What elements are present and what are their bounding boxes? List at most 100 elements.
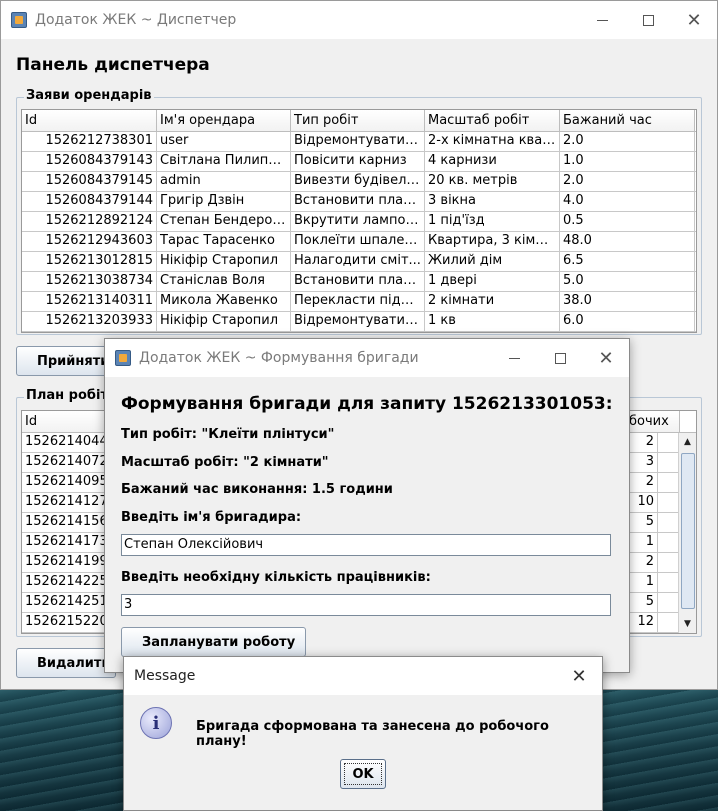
message-title-bar[interactable]: Message ✕ [124, 657, 602, 695]
cell-work-scale: Квартира, 3 кімна... [425, 232, 560, 251]
plan-column-header-workers[interactable]: бочих [626, 411, 680, 432]
minimize-icon [596, 19, 608, 21]
table-row[interactable]: 1526212892124 Степан Бендеров... Вкрутити … [22, 212, 696, 232]
team-formation-dialog: Додаток ЖЕК ~ Формування бригади ✕ Форму… [104, 338, 630, 673]
cell-work-type: Повісити карниз [291, 152, 425, 171]
workers-input[interactable]: 3 [121, 594, 611, 616]
minimize-button[interactable] [579, 1, 625, 39]
table-row[interactable]: 1526084379143 Світлана Пилипен... Повісити… [22, 152, 696, 172]
cell-work-type: Вивезти будівель... [291, 172, 425, 191]
requests-table[interactable]: Id Ім'я орендара Тип робіт Масштаб робіт… [21, 109, 697, 333]
plan-cell-workers: 1 [626, 533, 658, 552]
cell-work-type: Налагодити сміт... [291, 252, 425, 271]
work-type-text: Тип робіт: "Клеїти плінтуси" [121, 427, 335, 442]
plan-cell-workers: 5 [626, 513, 658, 532]
cell-work-scale: 1 двері [425, 272, 560, 291]
message-close-button[interactable]: ✕ [556, 657, 602, 695]
close-button[interactable]: ✕ [671, 1, 717, 39]
minimize-icon [508, 357, 520, 359]
column-header-work-scale[interactable]: Масштаб робіт [425, 110, 560, 131]
cell-work-type: Перекласти підло... [291, 292, 425, 311]
cell-work-type: Відремонтувати р... [291, 132, 425, 151]
scroll-down-arrow-icon[interactable]: ▼ [679, 615, 696, 633]
plan-cell-workers: 5 [626, 593, 658, 612]
cell-desired-time: 38.0 [560, 292, 695, 311]
scroll-up-arrow-icon[interactable]: ▲ [679, 433, 696, 451]
table-row[interactable]: 1526212738301 user Відремонтувати р... 2-х … [22, 132, 696, 152]
cell-desired-time: 2.0 [560, 132, 695, 151]
cell-id: 1526212892124 [22, 212, 157, 231]
plan-cell-workers: 1 [626, 573, 658, 592]
desired-time-text: Бажаний час виконання: 1.5 години [121, 482, 393, 497]
column-header-desired-time[interactable]: Бажаний час [560, 110, 695, 131]
table-row[interactable]: 1526213012815 Нікіфір Старопил Налагодити … [22, 252, 696, 272]
table-row[interactable]: 1526084379144 Григір Дзвін Встановити плас… [22, 192, 696, 212]
cell-work-type: Вкрутити лампоч... [291, 212, 425, 231]
table-header: Id Ім'я орендара Тип робіт Масштаб робіт… [22, 110, 696, 132]
table-row[interactable]: 1526212943603 Тарас Тарасенко Поклеїти шпа… [22, 232, 696, 252]
app-icon [115, 350, 131, 366]
dialog-title-bar[interactable]: Додаток ЖЕК ~ Формування бригади ✕ [105, 339, 629, 377]
close-icon: ✕ [686, 9, 702, 31]
cell-work-scale: 20 кв. метрів [425, 172, 560, 191]
plan-cell-workers: 2 [626, 553, 658, 572]
work-scale-text: Масштаб робіт: "2 кімнати" [121, 455, 329, 470]
foreman-label: Введіть ім'я бригадира: [121, 510, 302, 525]
cell-desired-time: 6.5 [560, 252, 695, 271]
plan-group-label: План робіт [24, 388, 110, 403]
dialog-maximize-button[interactable] [537, 339, 583, 377]
cell-desired-time: 6.0 [560, 312, 695, 331]
cell-id: 1526213012815 [22, 252, 157, 271]
column-header-work-type[interactable]: Тип робіт [291, 110, 425, 131]
message-title: Message [134, 668, 196, 684]
table-row[interactable]: 1526213140311 Микола Жавенко Перекласти пі… [22, 292, 696, 312]
cell-desired-time: 48.0 [560, 232, 695, 251]
app-icon [11, 12, 27, 28]
cell-work-type: Відремонтувати с... [291, 312, 425, 331]
cell-id: 1526212943603 [22, 232, 157, 251]
column-header-id[interactable]: Id [22, 110, 157, 131]
cell-id: 1526213140311 [22, 292, 157, 311]
cell-id: 1526084379143 [22, 152, 157, 171]
message-dialog: Message ✕ i Бригада сформована та занесе… [123, 656, 603, 811]
workers-label: Введіть необхідну кількість працівників: [121, 570, 431, 585]
table-row[interactable]: 1526213203933 Нікіфір Старопил Відремонтув… [22, 312, 696, 332]
table-row[interactable]: 1526213038734 Станіслав Воля Встановити пл… [22, 272, 696, 292]
cell-desired-time: 2.0 [560, 172, 695, 191]
title-bar[interactable]: Додаток ЖЕК ~ Диспетчер ✕ [1, 1, 717, 39]
maximize-icon [554, 352, 566, 364]
cell-tenant: Тарас Тарасенко [157, 232, 291, 251]
maximize-button[interactable] [625, 1, 671, 39]
table-body: 1526212738301 user Відремонтувати р... 2-х … [22, 132, 696, 332]
cell-id: 1526213038734 [22, 272, 157, 291]
ok-button[interactable]: OK [340, 759, 386, 789]
accept-button[interactable]: Прийняти [16, 346, 116, 376]
cell-work-scale: 2-х кімнатна квар... [425, 132, 560, 151]
maximize-icon [642, 14, 654, 26]
message-text: Бригада сформована та занесена до робочо… [196, 719, 549, 749]
window-title: Додаток ЖЕК ~ Диспетчер [35, 12, 237, 28]
cell-tenant: admin [157, 172, 291, 191]
plan-cell-workers: 3 [626, 453, 658, 472]
foreman-input[interactable]: Степан Олексійович [121, 534, 611, 556]
dialog-minimize-button[interactable] [491, 339, 537, 377]
dialog-close-button[interactable]: ✕ [583, 339, 629, 377]
cell-tenant: user [157, 132, 291, 151]
scroll-thumb[interactable] [681, 453, 695, 609]
cell-tenant: Степан Бендеров... [157, 212, 291, 231]
plan-cell-workers: 2 [626, 433, 658, 452]
plan-cell-workers: 2 [626, 473, 658, 492]
cell-id: 1526213203933 [22, 312, 157, 331]
cell-tenant: Нікіфір Старопил [157, 252, 291, 271]
schedule-work-button[interactable]: Запланувати роботу [121, 627, 306, 657]
panel-title: Панель диспетчера [16, 55, 210, 75]
dialog-title: Додаток ЖЕК ~ Формування бригади [139, 350, 419, 366]
cell-tenant: Світлана Пилипен... [157, 152, 291, 171]
cell-work-scale: 2 кімнати [425, 292, 560, 311]
plan-scrollbar[interactable]: ▲ ▼ [678, 433, 696, 633]
cell-work-type: Поклеїти шпалери [291, 232, 425, 251]
column-header-tenant[interactable]: Ім'я орендара [157, 110, 291, 131]
delete-button[interactable]: Видалити [16, 648, 116, 678]
cell-work-scale: 4 карнизи [425, 152, 560, 171]
table-row[interactable]: 1526084379145 admin Вивезти будівель... 20 … [22, 172, 696, 192]
